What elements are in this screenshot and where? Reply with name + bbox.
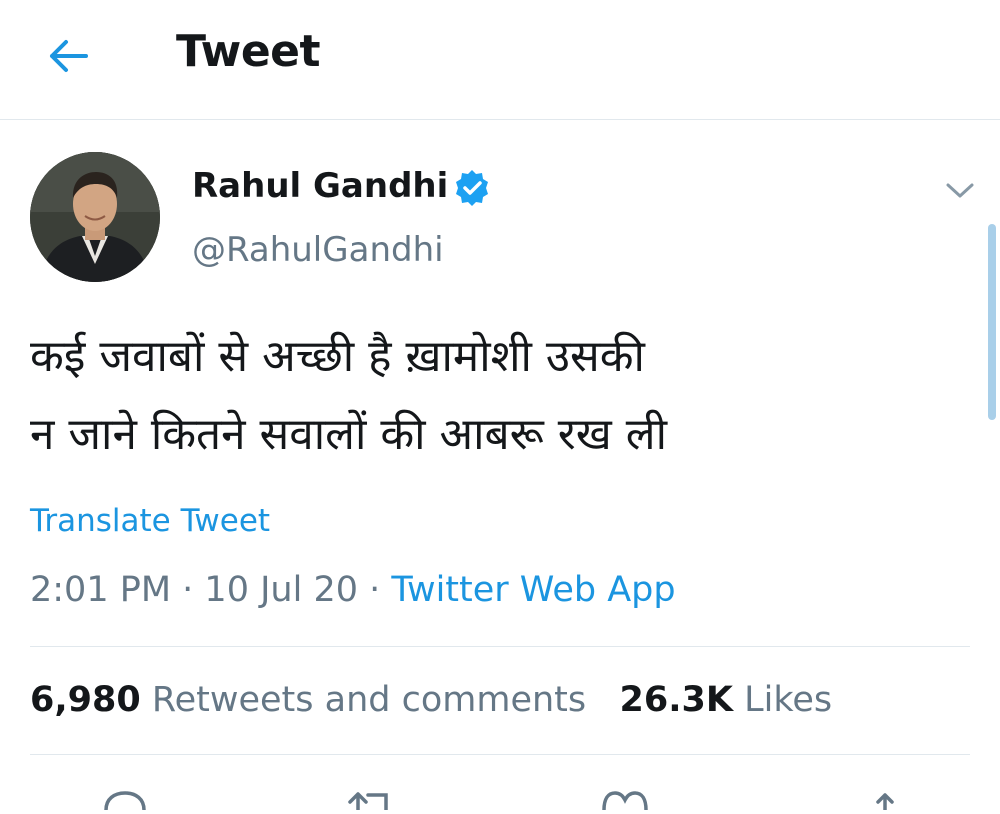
tweet-text: कई जवाबों से अच्छी है ख़ामोशी उसकी न जान…: [30, 318, 970, 474]
tweet-time: 2:01 PM: [30, 570, 172, 610]
reply-icon: [104, 791, 146, 811]
reply-button[interactable]: [102, 790, 148, 814]
tweet-metadata: 2:01 PM · 10 Jul 20 · Twitter Web App: [30, 570, 676, 610]
retweets-stat[interactable]: 6,980 Retweets and comments: [30, 680, 586, 720]
top-bar: Tweet: [0, 0, 1000, 120]
tweet-stats: 6,980 Retweets and comments 26.3K Likes: [30, 680, 832, 720]
page-title: Tweet: [176, 26, 321, 77]
profile-photo: [30, 152, 160, 282]
retweet-icon: [348, 792, 388, 812]
heart-icon: [602, 791, 648, 811]
retweet-button[interactable]: [346, 790, 396, 814]
chevron-down-icon: [946, 183, 974, 198]
meta-separator: ·: [357, 570, 392, 610]
share-icon: [876, 793, 894, 812]
tweet-date: 10 Jul 20: [204, 570, 358, 610]
tweet-action-bar: [0, 780, 1000, 812]
avatar[interactable]: [30, 152, 160, 282]
author-name[interactable]: Rahul Gandhi: [192, 166, 448, 206]
author-handle[interactable]: @RahulGandhi: [192, 230, 444, 270]
divider: [30, 754, 970, 755]
meta-separator: ·: [171, 570, 205, 610]
tweet-options-button[interactable]: [940, 170, 980, 210]
share-button[interactable]: [870, 790, 900, 814]
divider: [30, 646, 970, 647]
translate-tweet-link[interactable]: Translate Tweet: [30, 503, 270, 539]
retweets-count: 6,980: [30, 680, 141, 720]
tweet-source-link[interactable]: Twitter Web App: [391, 570, 675, 610]
back-button[interactable]: [40, 28, 96, 84]
retweets-label: Retweets and comments: [151, 680, 587, 720]
arrow-left-icon: [50, 40, 88, 72]
likes-label: Likes: [744, 680, 833, 720]
verified-badge-icon: [452, 168, 492, 208]
tweet-text-line: कई जवाबों से अच्छी है ख़ामोशी उसकी: [30, 331, 645, 382]
likes-count: 26.3K: [619, 680, 734, 720]
likes-stat[interactable]: 26.3K Likes: [620, 680, 833, 720]
tweet-text-line: न जाने कितने सवालों की आबरू रख ली: [30, 409, 667, 460]
like-button[interactable]: [600, 790, 650, 814]
scrollbar[interactable]: [988, 224, 996, 420]
